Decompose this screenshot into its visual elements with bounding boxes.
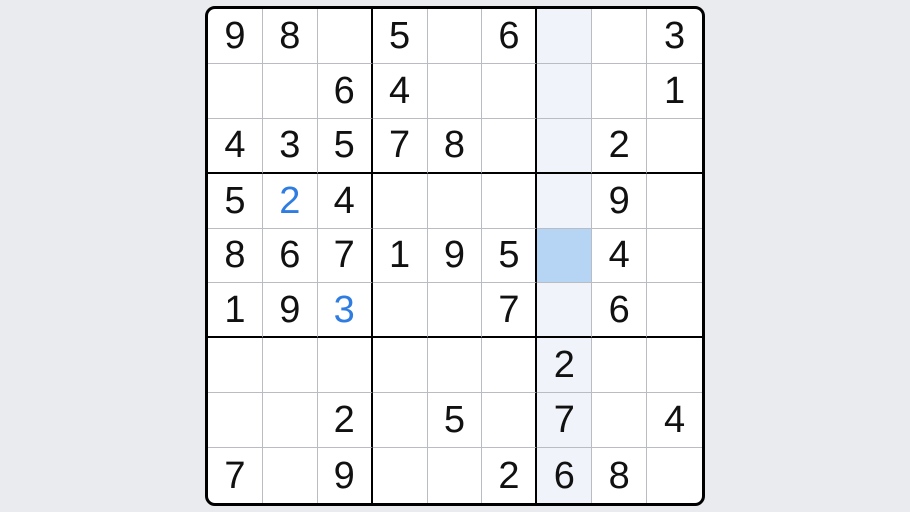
sudoku-cell-r8-c7[interactable]: 8 xyxy=(592,448,647,503)
sudoku-cell-r6-c0[interactable] xyxy=(208,338,263,393)
sudoku-cell-r3-c6[interactable] xyxy=(537,174,592,229)
sudoku-cell-r8-c3[interactable] xyxy=(373,448,428,503)
sudoku-cell-r1-c8[interactable]: 1 xyxy=(647,64,702,119)
sudoku-cell-r8-c4[interactable] xyxy=(428,448,483,503)
sudoku-cell-r1-c3[interactable]: 4 xyxy=(373,64,428,119)
sudoku-cell-r2-c8[interactable] xyxy=(647,119,702,174)
sudoku-cell-r0-c3[interactable]: 5 xyxy=(373,9,428,64)
sudoku-cell-r4-c7[interactable]: 4 xyxy=(592,229,647,284)
sudoku-cell-r0-c8[interactable]: 3 xyxy=(647,9,702,64)
sudoku-cell-r2-c1[interactable]: 3 xyxy=(263,119,318,174)
sudoku-cell-r2-c0[interactable]: 4 xyxy=(208,119,263,174)
sudoku-cell-r1-c2[interactable]: 6 xyxy=(318,64,373,119)
sudoku-cell-r3-c8[interactable] xyxy=(647,174,702,229)
sudoku-cell-r3-c4[interactable] xyxy=(428,174,483,229)
sudoku-cell-r0-c6[interactable] xyxy=(537,9,592,64)
sudoku-cell-r8-c0[interactable]: 7 xyxy=(208,448,263,503)
sudoku-cell-r5-c0[interactable]: 1 xyxy=(208,283,263,338)
sudoku-cell-r4-c1[interactable]: 6 xyxy=(263,229,318,284)
sudoku-cell-r3-c2[interactable]: 4 xyxy=(318,174,373,229)
sudoku-cell-r0-c7[interactable] xyxy=(592,9,647,64)
sudoku-cell-r1-c1[interactable] xyxy=(263,64,318,119)
sudoku-cell-r4-c8[interactable] xyxy=(647,229,702,284)
sudoku-cell-r2-c6[interactable] xyxy=(537,119,592,174)
sudoku-cell-r8-c6[interactable]: 6 xyxy=(537,448,592,503)
sudoku-cell-r1-c4[interactable] xyxy=(428,64,483,119)
sudoku-cell-r7-c3[interactable] xyxy=(373,393,428,448)
sudoku-cell-r2-c7[interactable]: 2 xyxy=(592,119,647,174)
sudoku-cell-r2-c5[interactable] xyxy=(482,119,537,174)
sudoku-cell-r5-c6[interactable] xyxy=(537,283,592,338)
sudoku-cell-r3-c1[interactable]: 2 xyxy=(263,174,318,229)
sudoku-cell-r8-c2[interactable]: 9 xyxy=(318,448,373,503)
sudoku-cell-r7-c2[interactable]: 2 xyxy=(318,393,373,448)
sudoku-cell-r0-c1[interactable]: 8 xyxy=(263,9,318,64)
sudoku-cell-r5-c8[interactable] xyxy=(647,283,702,338)
sudoku-cell-r4-c4[interactable]: 9 xyxy=(428,229,483,284)
sudoku-cell-r5-c3[interactable] xyxy=(373,283,428,338)
sudoku-cell-r7-c4[interactable]: 5 xyxy=(428,393,483,448)
sudoku-cell-r4-c0[interactable]: 8 xyxy=(208,229,263,284)
sudoku-cell-r7-c8[interactable]: 4 xyxy=(647,393,702,448)
sudoku-cell-r6-c5[interactable] xyxy=(482,338,537,393)
sudoku-cell-r5-c2[interactable]: 3 xyxy=(318,283,373,338)
sudoku-cell-r2-c2[interactable]: 5 xyxy=(318,119,373,174)
sudoku-cell-r6-c7[interactable] xyxy=(592,338,647,393)
sudoku-cell-r6-c3[interactable] xyxy=(373,338,428,393)
sudoku-board[interactable]: 9856364143578252498671954193762257479268 xyxy=(205,6,705,506)
sudoku-cell-r3-c3[interactable] xyxy=(373,174,428,229)
sudoku-cell-r6-c1[interactable] xyxy=(263,338,318,393)
sudoku-cell-r0-c2[interactable] xyxy=(318,9,373,64)
sudoku-cell-r3-c5[interactable] xyxy=(482,174,537,229)
sudoku-cell-r6-c4[interactable] xyxy=(428,338,483,393)
sudoku-cell-r5-c1[interactable]: 9 xyxy=(263,283,318,338)
sudoku-cell-r4-c2[interactable]: 7 xyxy=(318,229,373,284)
sudoku-cell-r5-c4[interactable] xyxy=(428,283,483,338)
sudoku-cell-r6-c8[interactable] xyxy=(647,338,702,393)
sudoku-cell-r1-c5[interactable] xyxy=(482,64,537,119)
sudoku-cell-r7-c1[interactable] xyxy=(263,393,318,448)
sudoku-cell-r1-c0[interactable] xyxy=(208,64,263,119)
sudoku-cell-r2-c3[interactable]: 7 xyxy=(373,119,428,174)
sudoku-cell-r0-c4[interactable] xyxy=(428,9,483,64)
sudoku-cell-r7-c5[interactable] xyxy=(482,393,537,448)
sudoku-cell-r1-c6[interactable] xyxy=(537,64,592,119)
sudoku-cell-r4-c6[interactable] xyxy=(537,229,592,284)
sudoku-cell-r5-c7[interactable]: 6 xyxy=(592,283,647,338)
sudoku-cell-r7-c0[interactable] xyxy=(208,393,263,448)
sudoku-cell-r6-c6[interactable]: 2 xyxy=(537,338,592,393)
sudoku-cell-r3-c7[interactable]: 9 xyxy=(592,174,647,229)
sudoku-cell-r4-c3[interactable]: 1 xyxy=(373,229,428,284)
app-frame: 9856364143578252498671954193762257479268 xyxy=(0,0,910,512)
sudoku-cell-r6-c2[interactable] xyxy=(318,338,373,393)
sudoku-cell-r8-c5[interactable]: 2 xyxy=(482,448,537,503)
sudoku-cell-r1-c7[interactable] xyxy=(592,64,647,119)
sudoku-cell-r3-c0[interactable]: 5 xyxy=(208,174,263,229)
sudoku-cell-r0-c0[interactable]: 9 xyxy=(208,9,263,64)
sudoku-cell-r7-c7[interactable] xyxy=(592,393,647,448)
sudoku-cell-r0-c5[interactable]: 6 xyxy=(482,9,537,64)
sudoku-cell-r4-c5[interactable]: 5 xyxy=(482,229,537,284)
sudoku-cell-r8-c8[interactable] xyxy=(647,448,702,503)
sudoku-cell-r2-c4[interactable]: 8 xyxy=(428,119,483,174)
sudoku-cell-r8-c1[interactable] xyxy=(263,448,318,503)
sudoku-cell-r7-c6[interactable]: 7 xyxy=(537,393,592,448)
sudoku-cell-r5-c5[interactable]: 7 xyxy=(482,283,537,338)
